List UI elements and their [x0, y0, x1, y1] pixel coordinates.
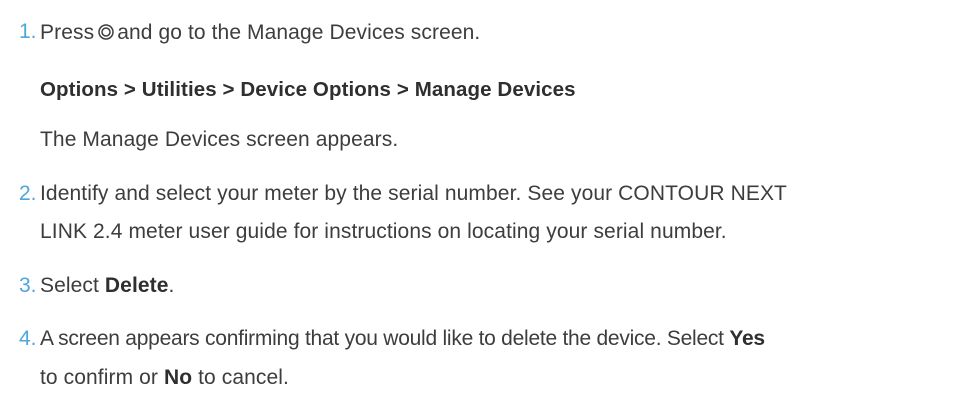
step-3-text-after: .: [168, 274, 175, 297]
home-button-icon: [98, 19, 114, 40]
step-4-line-2-before: to confirm or: [40, 366, 158, 389]
step-2-number: 2.: [19, 182, 37, 205]
step-4-line-1-text: A screen appears confirming that you wou…: [40, 327, 724, 350]
step-1-note: The Manage Devices screen appears.: [40, 128, 399, 151]
step-1-text-before: Press: [40, 21, 95, 44]
step-1-text-after: and go to the Manage Devices screen.: [117, 21, 481, 44]
step-4-number: 4.: [19, 327, 37, 350]
step-1-text: Press and go to the Manage Devices screen…: [40, 18, 480, 48]
instruction-document: 1. Press and go to the Manage Devices scr…: [0, 0, 958, 405]
step-3-number: 3.: [19, 274, 37, 297]
step-1-number: 1.: [19, 20, 37, 43]
step-4-line-2-after: to cancel.: [198, 366, 289, 389]
delete-label: Delete: [104, 274, 169, 297]
step-2-line-1: Identify and select your meter by the se…: [40, 182, 787, 205]
no-label: No: [163, 366, 193, 389]
step-4-line-2: to confirm or No to cancel.: [40, 363, 289, 393]
step-3-text-before: Select: [40, 274, 99, 297]
step-4-line-1: A screen appears confirming that you wou…: [40, 324, 765, 354]
step-3-text: Select Delete.: [40, 271, 174, 301]
step-2-line-2: LINK 2.4 meter user guide for instructio…: [40, 220, 727, 243]
step-1-menu-path: Options > Utilities > Device Options > M…: [40, 78, 576, 101]
yes-label: Yes: [729, 327, 765, 350]
